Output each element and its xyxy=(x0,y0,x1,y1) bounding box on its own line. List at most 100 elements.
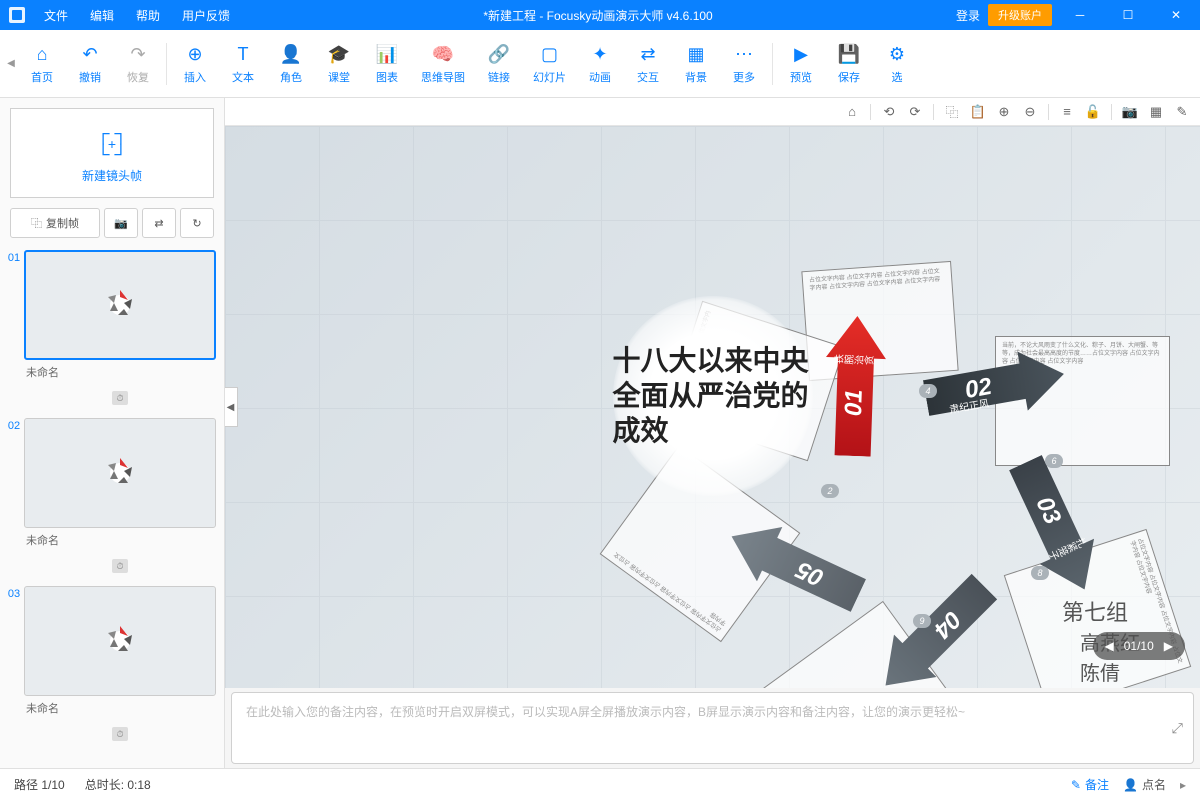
clock-icon: ⏱ xyxy=(112,391,128,405)
window-title: *新建工程 - Focusky动画演示大师 v4.6.100 xyxy=(240,7,956,24)
toolbar-separator xyxy=(166,43,167,85)
home-icon: ⌂ xyxy=(30,43,54,67)
status-notes-button[interactable]: ✎备注 xyxy=(1071,776,1109,793)
lock-icon[interactable]: 🔓 xyxy=(1085,104,1101,120)
paste-icon[interactable]: 📋 xyxy=(970,104,986,120)
zoom-in-icon[interactable]: ⊕ xyxy=(996,104,1012,120)
swap-icon: ⇄ xyxy=(154,217,163,230)
nav-next-icon[interactable]: ▶ xyxy=(1164,639,1173,653)
toolbar-bg-button[interactable]: ▦背景 xyxy=(672,36,720,92)
toolbar-scroll-right[interactable] xyxy=(1182,30,1196,98)
canvas[interactable]: ◀ 占位文字内容 占位文字内容 占位文字内容 占位文字内容 占位文字内容 占位文… xyxy=(225,126,1200,688)
align-icon[interactable]: ≡ xyxy=(1059,104,1075,120)
role-icon: 👤 xyxy=(279,43,303,67)
toolbar: ◀ ⌂首页↶撤销↷恢复 ⊕插入T文本👤角色🎓课堂📊图表🧠思维导图🔗链接▢幻灯片✦… xyxy=(0,30,1200,98)
refresh-icon: ↻ xyxy=(192,217,201,230)
notes-panel[interactable]: 在此处输入您的备注内容，在预览时开启双屏模式，可以实现A屏全屏播放演示内容，B屏… xyxy=(231,692,1194,764)
refresh-button[interactable]: ↻ xyxy=(180,208,214,238)
frame-marker[interactable]: 6 xyxy=(1045,454,1063,468)
mind-icon: 🧠 xyxy=(431,43,455,67)
toolbar-home-button[interactable]: ⌂首页 xyxy=(18,36,66,92)
interact-icon: ⇄ xyxy=(636,43,660,67)
toolbar-undo-button[interactable]: ↶撤销 xyxy=(66,36,114,92)
thumb-name: 未命名 xyxy=(24,528,216,552)
chevron-right-icon[interactable]: ▸ xyxy=(1180,778,1186,792)
toolbar-redo-button[interactable]: ↷恢复 xyxy=(114,36,162,92)
class-icon: 🎓 xyxy=(327,43,351,67)
camera-icon: 📷 xyxy=(114,217,128,230)
frame-marker[interactable]: 9 xyxy=(913,614,931,628)
thumbnail-list: 01未命名⏱02未命名⏱03未命名⏱ xyxy=(0,246,224,768)
nav-prev-icon[interactable]: ◀ xyxy=(1105,639,1114,653)
copy-icon[interactable]: ⿻ xyxy=(944,104,960,120)
menu-file[interactable]: 文件 xyxy=(34,3,78,28)
canvas-toolbar: ⌂ ⟲ ⟳ ⿻ 📋 ⊕ ⊖ ≡ 🔓 📷 ▦ ✎ xyxy=(225,98,1200,126)
toolbar-opt-button[interactable]: ⚙选 xyxy=(873,36,921,92)
collapse-sidebar-button[interactable]: ◀ xyxy=(225,387,238,427)
notes-placeholder: 在此处输入您的备注内容，在预览时开启双屏模式，可以实现A屏全屏播放演示内容，B屏… xyxy=(246,705,965,719)
thumbnail[interactable]: 03未命名⏱ xyxy=(4,586,216,746)
close-button[interactable]: ✕ xyxy=(1156,0,1196,30)
person-icon: 👤 xyxy=(1123,778,1138,792)
toolbar-link-button[interactable]: 🔗链接 xyxy=(475,36,523,92)
edit-icon[interactable]: ✎ xyxy=(1174,104,1190,120)
upgrade-button[interactable]: 升级账户 xyxy=(988,4,1052,26)
thumbnail[interactable]: 01未命名⏱ xyxy=(4,250,216,410)
swap-button[interactable]: ⇄ xyxy=(142,208,176,238)
titlebar: 文件 编辑 帮助 用户反馈 *新建工程 - Focusky动画演示大师 v4.6… xyxy=(0,0,1200,30)
status-call-button[interactable]: 👤点名 xyxy=(1123,776,1166,793)
status-duration: 总时长: 0:18 xyxy=(85,776,151,793)
toolbar-slide-button[interactable]: ▢幻灯片 xyxy=(523,36,576,92)
new-frame-label: 新建镜头帧 xyxy=(82,167,142,184)
toolbar-scroll-left[interactable]: ◀ xyxy=(4,30,18,98)
thumb-number: 03 xyxy=(4,586,24,746)
nav-back-icon[interactable]: ⟲ xyxy=(881,104,897,120)
chart-icon: 📊 xyxy=(375,43,399,67)
copy-frame-button[interactable]: ⿻复制帧 xyxy=(10,208,100,238)
toolbar-preview-button[interactable]: ▶预览 xyxy=(777,36,825,92)
slide-nav: ◀ 01/10 ▶ xyxy=(1093,632,1186,660)
thumbnail[interactable]: 02未命名⏱ xyxy=(4,418,216,578)
toolbar-insert-button[interactable]: ⊕插入 xyxy=(171,36,219,92)
frame-marker[interactable]: 4 xyxy=(919,384,937,398)
camera-button[interactable]: 📷 xyxy=(104,208,138,238)
redo-icon: ↷ xyxy=(126,43,150,67)
opt-icon: ⚙ xyxy=(885,43,909,67)
status-path: 路径 1/10 xyxy=(14,776,65,793)
thumb-number: 01 xyxy=(4,250,24,410)
nav-fwd-icon[interactable]: ⟳ xyxy=(907,104,923,120)
zoom-out-icon[interactable]: ⊖ xyxy=(1022,104,1038,120)
layers-icon[interactable]: ▦ xyxy=(1148,104,1164,120)
nav-counter: 01/10 xyxy=(1124,639,1154,653)
expand-icon[interactable]: ⤢ xyxy=(1172,720,1183,737)
frame-marker[interactable]: 2 xyxy=(821,484,839,498)
login-link[interactable]: 登录 xyxy=(956,7,980,24)
toolbar-save-button[interactable]: 💾保存 xyxy=(825,36,873,92)
center-title[interactable]: 十八大以来中央全面从严治党的成效 xyxy=(613,296,813,496)
home-icon[interactable]: ⌂ xyxy=(844,104,860,120)
toolbar-mind-button[interactable]: 🧠思维导图 xyxy=(411,36,475,92)
thumb-number: 02 xyxy=(4,418,24,578)
toolbar-text-button[interactable]: T文本 xyxy=(219,36,267,92)
thumb-name: 未命名 xyxy=(24,696,216,720)
statusbar: 路径 1/10 总时长: 0:18 ✎备注 👤点名 ▸ xyxy=(0,768,1200,800)
link-icon: 🔗 xyxy=(487,43,511,67)
new-frame-button[interactable]: ┌ ┐+└ ┘ 新建镜头帧 xyxy=(10,108,214,198)
toolbar-anim-button[interactable]: ✦动画 xyxy=(576,36,624,92)
check-icon: ✎ xyxy=(1071,778,1081,792)
maximize-button[interactable]: ☐ xyxy=(1108,0,1148,30)
arrow-shape-1[interactable]: 01铁腕治贪 xyxy=(823,315,888,457)
snapshot-icon[interactable]: 📷 xyxy=(1122,104,1138,120)
menu-feedback[interactable]: 用户反馈 xyxy=(172,3,240,28)
frame-marker[interactable]: 8 xyxy=(1031,566,1049,580)
toolbar-interact-button[interactable]: ⇄交互 xyxy=(624,36,672,92)
minimize-button[interactable]: ─ xyxy=(1060,0,1100,30)
toolbar-class-button[interactable]: 🎓课堂 xyxy=(315,36,363,92)
sidebar: ┌ ┐+└ ┘ 新建镜头帧 ⿻复制帧 📷 ⇄ ↻ 01未命名⏱02未命名⏱03未… xyxy=(0,98,225,768)
toolbar-role-button[interactable]: 👤角色 xyxy=(267,36,315,92)
menu-edit[interactable]: 编辑 xyxy=(80,3,124,28)
toolbar-chart-button[interactable]: 📊图表 xyxy=(363,36,411,92)
menu-help[interactable]: 帮助 xyxy=(126,3,170,28)
toolbar-more-button[interactable]: ⋯更多 xyxy=(720,36,768,92)
anim-icon: ✦ xyxy=(588,43,612,67)
